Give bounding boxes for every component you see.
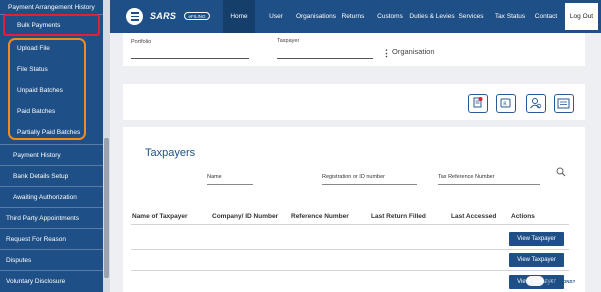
column-header-last-return: Last Return Filled — [371, 213, 426, 220]
sars-logo: SARS — [150, 11, 177, 21]
table-row-divider — [131, 249, 569, 250]
sidebar-item-voluntary-disclosure[interactable]: Voluntary Disclosure — [0, 271, 103, 291]
nav-customs[interactable]: Customs — [374, 0, 406, 33]
name-search-label: Name — [207, 174, 222, 180]
calculator-icon[interactable] — [554, 94, 574, 113]
view-taxpayer-button[interactable]: View Taxpayer — [509, 253, 564, 267]
sidebar-item-bank-details-setup[interactable]: Bank Details Setup — [0, 166, 103, 186]
registration-search-input[interactable] — [322, 184, 417, 185]
highlight-box-red — [3, 14, 100, 36]
view-taxpayer-button[interactable]: View Taxpayer — [509, 232, 564, 246]
taxpayers-title: Taxpayers — [145, 147, 196, 159]
sidebar-item-payment-arrangement-history[interactable]: Payment Arrangement History — [0, 0, 103, 14]
nav-organisations[interactable]: Organisations — [293, 0, 339, 33]
sidebar-item-awaiting-authorization[interactable]: Awaiting Authorization — [0, 187, 103, 207]
table-row-divider — [131, 224, 569, 225]
taxpayers-panel: Taxpayers Name Registration or ID number… — [123, 127, 585, 292]
sidebar-item-disputes[interactable]: Disputes — [0, 250, 103, 270]
nav-tax-status[interactable]: Tax Status — [490, 0, 530, 33]
sidebar-scrollbar-thumb[interactable] — [104, 138, 109, 278]
registration-search-label: Registration or ID number — [322, 174, 385, 180]
column-header-actions: Actions — [511, 213, 535, 220]
tax-reference-search-input[interactable] — [438, 184, 540, 185]
name-search-input[interactable] — [207, 184, 253, 185]
search-icon[interactable] — [556, 167, 566, 177]
svg-text:R: R — [503, 102, 507, 108]
document-icon[interactable] — [468, 94, 488, 113]
chat-bubble-icon[interactable] — [526, 276, 544, 286]
nav-contact[interactable]: Contact — [530, 0, 562, 33]
column-header-company-id: Company/ ID Number — [212, 213, 279, 220]
column-header-name: Name of Taxpayer — [132, 213, 188, 220]
portfolio-label: Portfolio — [131, 39, 152, 45]
nav-home[interactable]: Home — [223, 0, 255, 33]
logout-button[interactable]: Log Out — [565, 3, 598, 30]
highlight-box-orange — [8, 38, 86, 140]
kebab-menu-icon[interactable]: ⋮ — [382, 48, 391, 59]
sidebar-item-request-for-reason[interactable]: Request For Reason — [0, 229, 103, 249]
top-navigation: SARS eFILING Home User Organisations Ret… — [110, 0, 601, 33]
hamburger-menu-icon[interactable] — [126, 8, 143, 25]
nav-services[interactable]: Services — [458, 0, 484, 33]
sidebar-item-third-party-appointments[interactable]: Third Party Appointments — [0, 208, 103, 228]
taxpayer-label: Taxpayer — [277, 38, 300, 44]
organisation-label: Organisation — [392, 47, 435, 56]
user-search-icon[interactable] — [526, 94, 546, 113]
nav-returns[interactable]: Returns — [340, 0, 366, 33]
filter-bar: Portfolio Taxpayer ⋮ Organisation — [123, 33, 585, 66]
payment-icon[interactable]: R — [496, 94, 516, 113]
sidebar-item-payment-history[interactable]: Payment History — [0, 145, 103, 165]
questions-widget[interactable]: QUESTIONS? — [546, 279, 575, 284]
tax-reference-search-label: Tax Reference Number — [438, 174, 495, 180]
table-row-divider — [131, 270, 569, 271]
taxpayer-field[interactable] — [277, 58, 373, 59]
action-icons-card: R — [123, 84, 585, 120]
efiling-logo: eFILING — [184, 12, 210, 20]
column-header-reference: Reference Number — [291, 213, 349, 220]
nav-user[interactable]: User — [265, 0, 287, 33]
column-header-last-accessed: Last Accessed — [451, 213, 497, 220]
nav-duties-levies[interactable]: Duties & Levies — [408, 0, 456, 33]
portfolio-field[interactable] — [131, 58, 249, 59]
